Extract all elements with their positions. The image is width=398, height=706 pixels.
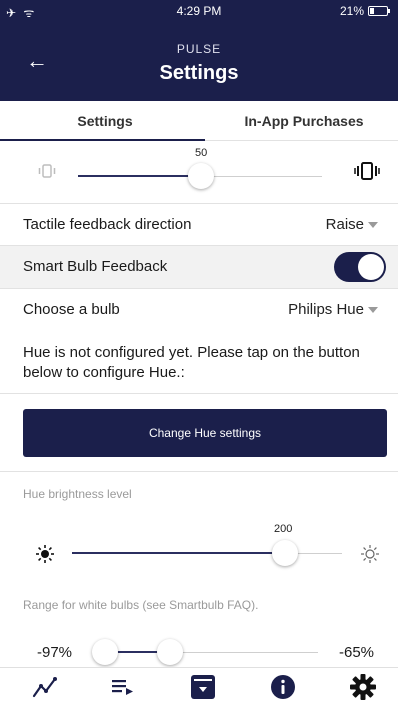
vibration-value: 50 — [195, 147, 208, 159]
brightness-thumb[interactable] — [272, 540, 298, 566]
archive-icon[interactable] — [188, 672, 218, 702]
tactile-direction-label: Tactile feedback direction — [23, 216, 192, 233]
dropdown-caret-icon — [368, 222, 378, 229]
graph-icon[interactable] — [30, 672, 60, 702]
bulb-value: Philips Hue — [288, 301, 364, 318]
brightness-label: Hue brightness level — [23, 487, 132, 501]
tactile-direction-select[interactable]: Raise — [326, 216, 378, 233]
vibrate-low-icon — [36, 163, 58, 184]
change-hue-settings-button[interactable]: Change Hue settings — [23, 409, 387, 457]
smart-bulb-label: Smart Bulb Feedback — [23, 258, 168, 275]
status-battery: 21% — [339, 4, 390, 18]
vibrate-high-icon — [354, 161, 380, 186]
battery-icon — [368, 6, 390, 16]
battery-percent: 21% — [339, 4, 364, 18]
white-range-low-thumb[interactable] — [92, 639, 118, 665]
divider — [0, 471, 398, 472]
vibration-thumb[interactable] — [188, 163, 214, 189]
divider — [0, 393, 398, 394]
white-range-high: -65% — [339, 644, 375, 661]
bulb-select[interactable]: Philips Hue — [288, 301, 378, 318]
tab-bar: Settings In-App Purchases — [0, 101, 398, 141]
white-range-high-thumb[interactable] — [157, 639, 183, 665]
vibration-fill — [78, 175, 201, 177]
choose-bulb-row[interactable]: Choose a bulb Philips Hue — [0, 289, 398, 332]
sun-light-icon — [360, 544, 380, 569]
smart-bulb-row: Smart Bulb Feedback — [0, 246, 398, 289]
hue-config-message: Hue is not configured yet. Please tap on… — [23, 344, 360, 381]
brightness-value: 200 — [274, 523, 293, 535]
sun-dark-icon — [35, 544, 55, 569]
brightness-fill — [72, 552, 285, 554]
white-range-label: Range for white bulbs (see Smartbulb FAQ… — [23, 598, 259, 612]
tab-in-app-purchases[interactable]: In-App Purchases — [210, 113, 398, 129]
tactile-direction-row[interactable]: Tactile feedback direction Raise — [0, 204, 398, 246]
choose-bulb-label: Choose a bulb — [23, 301, 120, 318]
info-icon[interactable] — [268, 672, 298, 702]
status-bar: ✈ ᯤ 4:29 PM 21% — [0, 0, 398, 22]
queue-icon[interactable] — [108, 672, 138, 702]
smart-bulb-toggle[interactable] — [334, 252, 386, 282]
app-header: ✈ ᯤ 4:29 PM 21% ← PULSE Settings — [0, 0, 398, 101]
gear-icon[interactable] — [348, 672, 378, 702]
tab-settings[interactable]: Settings — [0, 113, 210, 129]
vibration-slider-row: 50 — [0, 141, 398, 204]
white-range-low: -97% — [37, 644, 73, 661]
bottom-nav — [0, 667, 398, 706]
page-title: Settings — [159, 62, 239, 84]
app-name: PULSE — [176, 42, 222, 56]
status-time: 4:29 PM — [176, 4, 222, 18]
tactile-direction-value: Raise — [325, 216, 364, 233]
dropdown-caret-icon — [368, 307, 378, 314]
toggle-knob — [358, 254, 384, 280]
